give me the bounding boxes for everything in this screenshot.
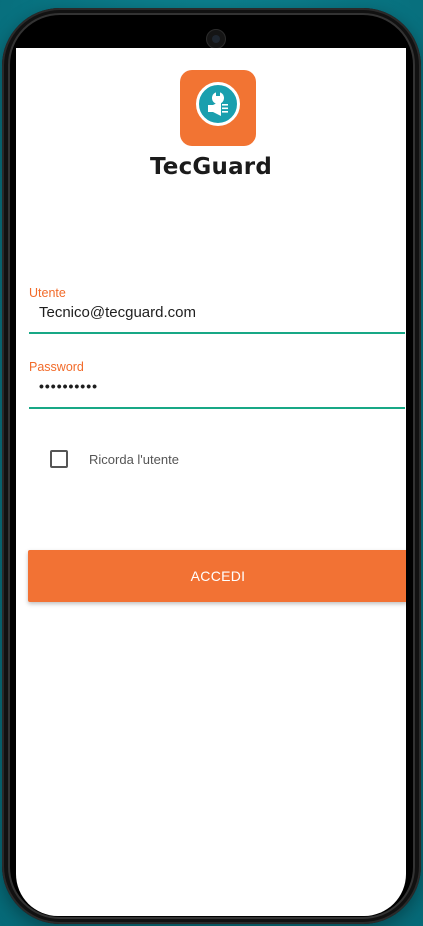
password-field[interactable]: Password •••••••••• (29, 360, 405, 412)
password-label: Password (29, 360, 84, 374)
wrench-megaphone-icon (196, 82, 240, 126)
app-title: TecGuard (149, 154, 273, 180)
username-field[interactable]: Utente Tecnico@tecguard.com (29, 286, 405, 338)
app-logo (180, 70, 256, 146)
password-underline (29, 407, 405, 409)
remember-user-option[interactable]: Ricorda l'utente (50, 450, 179, 468)
password-input[interactable]: •••••••••• (29, 378, 405, 394)
username-label: Utente (29, 286, 66, 300)
remember-user-label: Ricorda l'utente (89, 451, 179, 467)
checkbox-unchecked-icon[interactable] (50, 450, 68, 468)
username-input[interactable]: Tecnico@tecguard.com (29, 304, 405, 321)
front-camera-icon (206, 29, 226, 49)
username-underline (29, 332, 405, 334)
login-button[interactable]: ACCEDI (28, 550, 406, 602)
app-screen: TecGuard Utente Tecnico@tecguard.com Pas… (16, 48, 406, 916)
